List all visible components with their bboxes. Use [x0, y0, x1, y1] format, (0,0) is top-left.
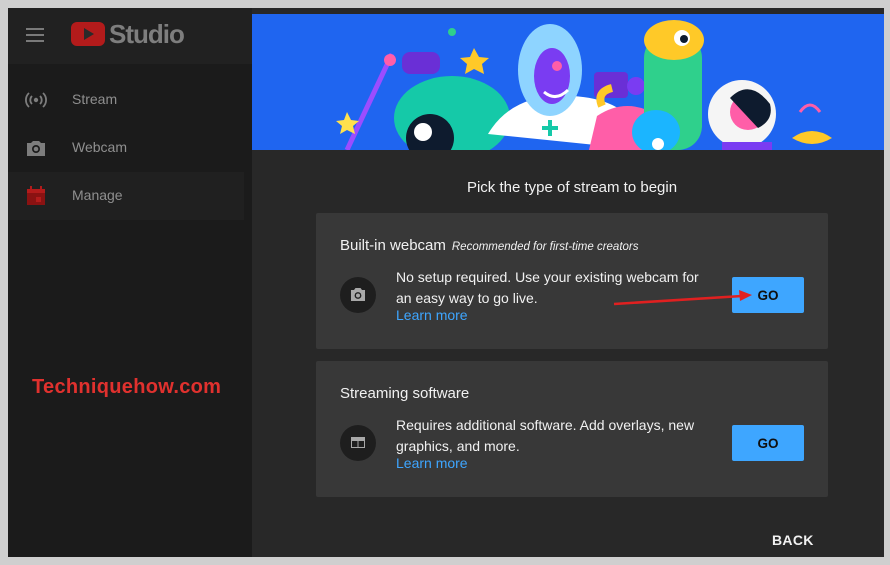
logo-text: Studio [109, 19, 185, 49]
sidebar-item-label: Stream [72, 91, 118, 107]
option-title-text: Built-in webcam [340, 237, 446, 254]
youtube-play-icon [71, 22, 105, 46]
option-title: Streaming software [340, 385, 470, 402]
top-bar: Studio [8, 8, 252, 64]
sidebar: Studio Stream Webcam Manage Techniquehow… [8, 8, 252, 557]
learn-more-link[interactable]: Learn more [396, 455, 468, 471]
studio-window: Studio Stream Webcam Manage Techniquehow… [8, 8, 884, 557]
camera-icon [27, 141, 45, 156]
option-description: No setup required. Use your existing web… [396, 269, 699, 306]
creators-illustration [252, 14, 884, 150]
sidebar-item-label: Manage [72, 187, 123, 203]
broadcast-icon [25, 92, 47, 108]
back-button[interactable]: BACK [772, 532, 814, 548]
stream-type-dialog: Pick the type of stream to begin Built-i… [252, 14, 884, 557]
camera-icon [351, 288, 365, 301]
go-button-webcam[interactable]: GO [732, 277, 804, 313]
option-title: Built-in webcam Recommended for first-tim… [340, 237, 639, 254]
sidebar-item-label: Webcam [72, 139, 127, 155]
calendar-icon [27, 186, 45, 205]
option-icon [340, 277, 376, 313]
window-layout-icon [351, 437, 365, 448]
go-button-streaming-software[interactable]: GO [732, 425, 804, 461]
learn-more-link[interactable]: Learn more [396, 307, 468, 323]
dialog-heading: Pick the type of stream to begin [466, 179, 678, 196]
option-card-streaming-software: Streaming software Requires additional s… [316, 361, 828, 497]
sidebar-item-stream[interactable]: Stream [8, 76, 244, 124]
recommended-note: Recommended for first-time creators [451, 241, 639, 253]
option-description: Requires additional software. Add overla… [396, 417, 695, 454]
sidebar-item-manage[interactable]: Manage [8, 172, 244, 220]
option-card-webcam: Built-in webcam Recommended for first-tim… [316, 213, 828, 349]
option-icon [340, 425, 376, 461]
hamburger-menu-icon[interactable] [26, 25, 46, 45]
watermark-text: Techniquehow.com [32, 376, 222, 398]
sidebar-item-webcam[interactable]: Webcam [8, 124, 244, 172]
